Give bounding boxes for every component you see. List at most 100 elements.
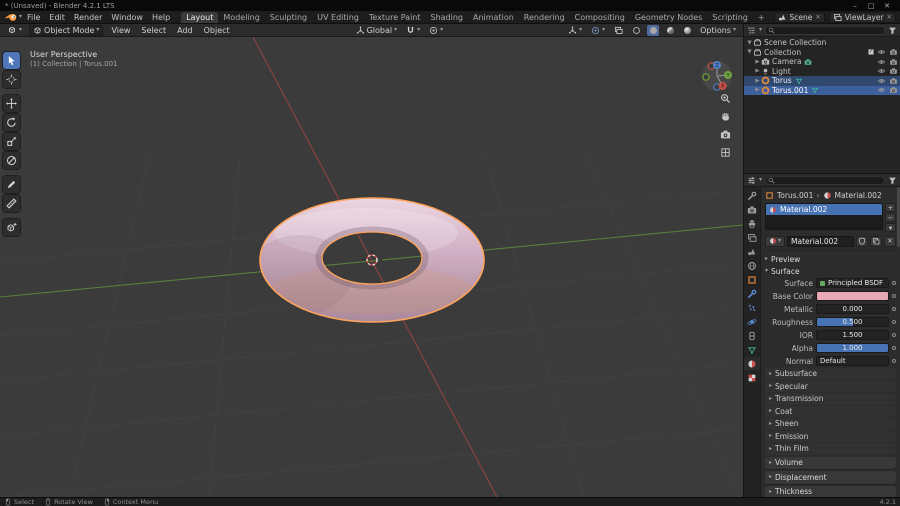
- specular-section-header[interactable]: ▸ Specular: [765, 380, 896, 392]
- material-name-field[interactable]: Material.002: [787, 235, 854, 247]
- tool-move[interactable]: [3, 95, 20, 112]
- properties-editor-icon[interactable]: [747, 176, 756, 185]
- material-slot-item[interactable]: Material.002: [766, 204, 882, 215]
- tool-annotate[interactable]: [3, 176, 20, 193]
- render-camera-icon[interactable]: [889, 58, 898, 66]
- tab-constraints[interactable]: [744, 329, 760, 342]
- metallic-slider[interactable]: 0.000: [816, 304, 889, 314]
- shading-solid-button[interactable]: [647, 24, 660, 36]
- mode-dropdown[interactable]: Object Mode ▾: [29, 24, 104, 36]
- thin-film-section-header[interactable]: ▸ Thin Film: [765, 443, 896, 455]
- eye-icon[interactable]: [877, 67, 886, 75]
- workspace-tab-shading[interactable]: Shading: [426, 12, 469, 23]
- collection-checkbox[interactable]: ✓: [868, 49, 874, 56]
- workspace-tab-scripting[interactable]: Scripting: [707, 12, 753, 23]
- workspace-tab-texture-paint[interactable]: Texture Paint: [364, 12, 426, 23]
- tool-measure[interactable]: [3, 195, 20, 212]
- remove-slot-button[interactable]: −: [885, 213, 896, 222]
- render-camera-icon[interactable]: [889, 67, 898, 75]
- workspace-tab-uv-editing[interactable]: UV Editing: [312, 12, 364, 23]
- tab-modifiers[interactable]: [744, 287, 760, 300]
- roughness-slider[interactable]: 0.500: [816, 317, 889, 327]
- shading-material-button[interactable]: [664, 25, 676, 36]
- menu-window[interactable]: Window: [107, 13, 147, 22]
- filter-funnel-icon[interactable]: [888, 176, 897, 185]
- menu-select[interactable]: Select: [138, 26, 169, 35]
- workspace-tab-sculpting[interactable]: Sculpting: [265, 12, 312, 23]
- render-camera-icon[interactable]: [889, 48, 898, 56]
- sheen-section-header[interactable]: ▸ Sheen: [765, 418, 896, 430]
- eye-icon[interactable]: [877, 77, 886, 85]
- menu-view[interactable]: View: [108, 26, 133, 35]
- render-camera-icon[interactable]: [889, 77, 898, 85]
- normal-dropdown[interactable]: Default: [816, 356, 889, 366]
- eye-icon[interactable]: [877, 86, 886, 94]
- fake-user-button[interactable]: [856, 235, 868, 247]
- keyframe-dot-icon[interactable]: [892, 307, 896, 311]
- tab-render[interactable]: [744, 203, 760, 216]
- tab-object[interactable]: [744, 273, 760, 286]
- tool-select-box[interactable]: [3, 52, 20, 69]
- volume-panel-header[interactable]: ▸ Volume: [765, 456, 896, 469]
- zoom-button[interactable]: [718, 91, 732, 105]
- eye-icon[interactable]: [877, 58, 886, 66]
- unlink-material-button[interactable]: ✕: [884, 235, 896, 247]
- blender-logo-icon[interactable]: [4, 12, 18, 22]
- properties-search-input[interactable]: [765, 175, 885, 185]
- outliner-row-light[interactable]: ▶ Light: [744, 67, 900, 77]
- tab-particles[interactable]: [744, 301, 760, 314]
- tool-rotate[interactable]: [3, 114, 20, 131]
- tab-world[interactable]: [744, 259, 760, 272]
- snap-toggle[interactable]: ▾: [404, 26, 422, 35]
- tab-material[interactable]: [744, 357, 760, 370]
- outliner-row-scene-collection[interactable]: ▼ Scene Collection: [744, 38, 900, 48]
- transform-orientation-dropdown[interactable]: Global ▾: [354, 26, 400, 35]
- transmission-section-header[interactable]: ▸ Transmission: [765, 393, 896, 405]
- workspace-tab-rendering[interactable]: Rendering: [519, 12, 570, 23]
- 3d-viewport[interactable]: User Perspective (1) Collection | Torus.…: [0, 37, 743, 497]
- expand-arrow-icon[interactable]: ▶: [754, 87, 761, 93]
- tab-texture[interactable]: [744, 371, 760, 384]
- show-overlays-toggle[interactable]: ▾: [589, 26, 607, 35]
- alpha-slider[interactable]: 1.000: [816, 343, 889, 353]
- breadcrumb-material[interactable]: Material.002: [835, 191, 882, 200]
- outliner-row-camera[interactable]: ▶ Camera: [744, 57, 900, 67]
- outliner-row-collection[interactable]: ▼ Collection ✓: [744, 48, 900, 58]
- menu-help[interactable]: Help: [148, 13, 174, 22]
- eye-icon[interactable]: [877, 48, 886, 56]
- ior-field[interactable]: 1.500: [816, 330, 889, 340]
- workspace-tab-compositing[interactable]: Compositing: [570, 12, 630, 23]
- viewlayer-selector[interactable]: ViewLayer ✕: [828, 11, 896, 23]
- menu-edit[interactable]: Edit: [45, 13, 69, 22]
- displacement-panel-header[interactable]: ▸ Displacement: [765, 471, 896, 484]
- tool-add-primitive[interactable]: [3, 219, 20, 236]
- expand-arrow-icon[interactable]: ▶: [754, 78, 761, 84]
- viewport-options-dropdown[interactable]: Options ▾: [698, 26, 738, 35]
- close-button[interactable]: ✕: [879, 2, 895, 10]
- expand-arrow-icon[interactable]: ▼: [746, 40, 753, 46]
- workspace-tab-geometry-nodes[interactable]: Geometry Nodes: [630, 12, 707, 23]
- coat-section-header[interactable]: ▸ Coat: [765, 405, 896, 417]
- viewlayer-clear-icon[interactable]: ✕: [887, 13, 892, 21]
- emission-section-header[interactable]: ▸ Emission: [765, 430, 896, 442]
- viewport-canvas[interactable]: [0, 37, 743, 497]
- show-gizmo-toggle[interactable]: ▾: [566, 26, 584, 35]
- outliner-row-torus[interactable]: ▶ Torus: [744, 76, 900, 86]
- keyframe-dot-icon[interactable]: [892, 346, 896, 350]
- breadcrumb-object[interactable]: Torus.001: [777, 191, 813, 200]
- material-slot-list[interactable]: Material.002: [765, 203, 883, 230]
- workspace-tab-animation[interactable]: Animation: [468, 12, 519, 23]
- scene-selector[interactable]: Scene ✕: [773, 11, 825, 23]
- tab-scene[interactable]: [744, 245, 760, 258]
- proportional-editing-toggle[interactable]: ▾: [427, 26, 445, 35]
- add-slot-button[interactable]: +: [885, 203, 896, 212]
- camera-view-button[interactable]: [718, 127, 732, 141]
- expand-arrow-icon[interactable]: ▶: [754, 68, 761, 74]
- maximize-button[interactable]: □: [863, 2, 879, 10]
- keyframe-dot-icon[interactable]: [892, 281, 896, 285]
- workspace-tab-modeling[interactable]: Modeling: [218, 12, 264, 23]
- menu-object[interactable]: Object: [201, 26, 233, 35]
- tab-physics[interactable]: [744, 315, 760, 328]
- outliner-editor-icon[interactable]: [747, 26, 756, 35]
- add-workspace-button[interactable]: +: [753, 12, 770, 23]
